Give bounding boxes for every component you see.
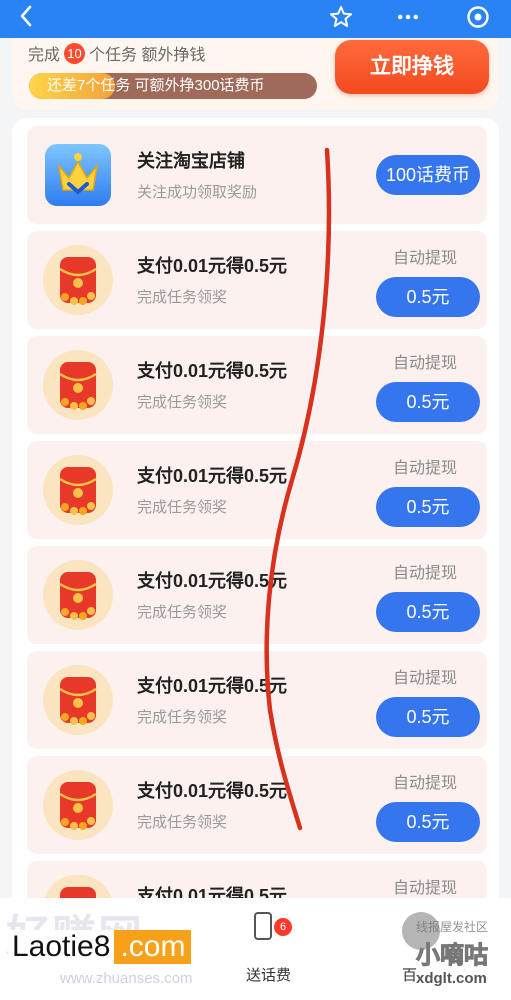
watermark-xdglt: 线报屋发社区 小嘀咕 xdglt.com (416, 918, 506, 998)
watermark-logo-text-b: .com (114, 930, 192, 964)
task-item[interactable]: 支付0.01元得0.5元 完成任务领奖 自动提现 0.5元 (27, 651, 487, 749)
task-subtitle: 完成任务领奖 (137, 289, 228, 306)
watermark-xdglt-main: 小嘀咕 (416, 942, 489, 970)
watermark-laotie8-logo: Laotie8 .com (8, 925, 244, 969)
top-header-bar (0, 0, 511, 38)
task-item-follow-shop[interactable]: 关注淘宝店铺 关注成功领取奖励 100话费币 (27, 126, 487, 224)
red-envelope-icon (43, 455, 113, 525)
watermark-xdglt-url: xdglt.com (416, 970, 487, 987)
reward-button[interactable]: 0.5元 (376, 277, 480, 317)
reward-button[interactable]: 0.5元 (376, 382, 480, 422)
star-icon (330, 6, 352, 27)
reward-button[interactable]: 0.5元 (376, 697, 480, 737)
chevron-left-icon (20, 5, 32, 27)
summary-headline: 完成 10 个任务 额外挣钱 (28, 41, 205, 65)
task-title: 支付0.01元得0.5元 (137, 466, 288, 486)
watermark-xdglt-top: 线报屋发社区 (416, 920, 489, 934)
task-progress-bar: 还差7个任务 可额外挣300话费币 (29, 73, 317, 99)
auto-withdraw-label: 自动提现 (393, 250, 458, 267)
task-summary-card: 完成 10 个任务 额外挣钱 还差7个任务 可额外挣300话费币 立即挣钱 (12, 38, 499, 110)
capsule-menu (321, 0, 501, 34)
auto-withdraw-label: 自动提现 (393, 460, 458, 477)
task-subtitle: 关注成功领取奖励 (137, 184, 258, 201)
task-list: 关注淘宝店铺 关注成功领取奖励 100话费币 支付0.01元得0.5元 完成任务… (12, 118, 499, 908)
task-item[interactable]: 支付0.01元得0.5元 完成任务领奖 自动提现 0.5元 (27, 231, 487, 329)
task-item[interactable]: 支付0.01元得0.5元 完成任务领奖 自动提现 0.5元 (27, 756, 487, 854)
phone-icon (254, 912, 272, 940)
close-mini-app-button[interactable] (455, 0, 501, 34)
red-envelope-icon (43, 350, 113, 420)
earn-now-button[interactable]: 立即挣钱 (335, 40, 489, 94)
red-envelope-icon (43, 245, 113, 315)
task-title: 支付0.01元得0.5元 (137, 361, 288, 381)
completed-count-badge: 10 (64, 42, 86, 64)
task-subtitle: 完成任务领奖 (137, 709, 228, 726)
task-item[interactable]: 支付0.01元得0.5元 完成任务领奖 自动提现 0.5元 (27, 336, 487, 434)
reward-button[interactable]: 0.5元 (376, 592, 480, 632)
task-title: 支付0.01元得0.5元 (137, 571, 288, 591)
task-title: 关注淘宝店铺 (137, 151, 245, 171)
more-dots-icon (397, 14, 419, 20)
summary-prefix: 完成 (28, 47, 61, 64)
back-button[interactable] (14, 3, 40, 29)
reward-button[interactable]: 100话费币 (376, 155, 480, 195)
auto-withdraw-label: 自动提现 (393, 880, 458, 897)
nav-label: 百 (402, 967, 418, 984)
crown-icon (43, 140, 113, 210)
more-button[interactable] (380, 0, 436, 34)
auto-withdraw-label: 自动提现 (393, 355, 458, 372)
auto-withdraw-label: 自动提现 (393, 775, 458, 792)
nav-label: 送话费 (246, 967, 292, 984)
summary-suffix: 个任务 额外挣钱 (89, 47, 206, 64)
red-envelope-icon (43, 770, 113, 840)
watermark-logo-text-a: Laotie8 (8, 930, 115, 964)
progress-text: 还差7个任务 可额外挣300话费币 (47, 77, 265, 94)
auto-withdraw-label: 自动提现 (393, 565, 458, 582)
nav-item-send-phone-credit[interactable]: 6 送话费 (246, 912, 306, 984)
task-subtitle: 完成任务领奖 (137, 814, 228, 831)
target-icon (467, 6, 489, 28)
notification-badge: 6 (274, 918, 292, 936)
task-item[interactable]: 支付0.01元得0.5元 完成任务领奖 自动提现 0.5元 (27, 546, 487, 644)
watermark-url: www.zhuanses.com (60, 970, 193, 987)
task-title: 支付0.01元得0.5元 (137, 676, 288, 696)
red-envelope-icon (43, 560, 113, 630)
reward-button[interactable]: 0.5元 (376, 802, 480, 842)
task-item[interactable]: 支付0.01元得0.5元 完成任务领奖 自动提现 0.5元 (27, 441, 487, 539)
task-title: 支付0.01元得0.5元 (137, 256, 288, 276)
task-subtitle: 完成任务领奖 (137, 394, 228, 411)
favorite-button[interactable] (321, 0, 361, 34)
reward-button[interactable]: 0.5元 (376, 487, 480, 527)
task-title: 支付0.01元得0.5元 (137, 781, 288, 801)
auto-withdraw-label: 自动提现 (393, 670, 458, 687)
red-envelope-icon (43, 665, 113, 735)
task-subtitle: 完成任务领奖 (137, 499, 228, 516)
task-subtitle: 完成任务领奖 (137, 604, 228, 621)
